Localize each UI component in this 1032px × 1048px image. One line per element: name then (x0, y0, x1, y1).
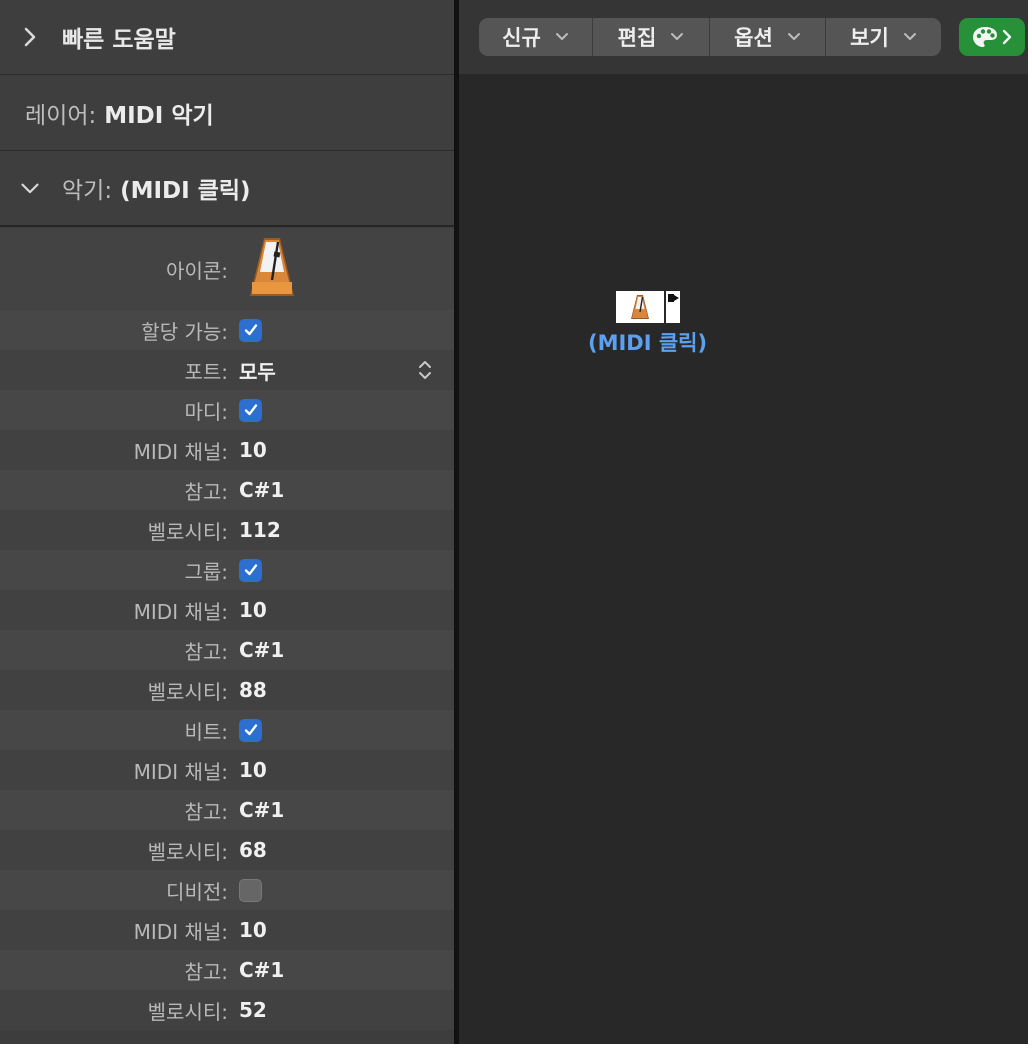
new-menu-button[interactable]: 신규 (479, 18, 593, 56)
panel-divider[interactable] (454, 0, 459, 1044)
param-value[interactable]: 88 (239, 678, 267, 702)
up-down-stepper-icon[interactable] (414, 358, 436, 382)
param-row: 참고: C#1 (0, 950, 454, 990)
midi-click-object[interactable]: (MIDI 클릭) (588, 291, 718, 361)
param-row: 벨로시티: 88 (0, 670, 454, 710)
view-menu-button[interactable]: 보기 (826, 18, 941, 56)
quick-help-title: 빠른 도움말 (62, 27, 176, 53)
param-value[interactable]: C#1 (239, 798, 284, 822)
param-row: 벨로시티: 68 (0, 830, 454, 870)
layer-row: 레이어: MIDI 악기 (0, 75, 454, 151)
toolbar: 신규 편집 옵션 보기 (459, 0, 1028, 74)
checkbox-checked[interactable] (239, 718, 262, 742)
param-value[interactable]: C#1 (239, 958, 284, 982)
checkbox-unchecked[interactable] (239, 878, 262, 902)
chevron-down-icon[interactable] (20, 178, 40, 198)
checkbox-checked[interactable] (239, 318, 262, 342)
param-row: 벨로시티: 112 (0, 510, 454, 550)
checkbox-checked[interactable] (239, 558, 262, 582)
port-popup-value[interactable]: 모두 (239, 356, 276, 385)
param-value[interactable]: 68 (239, 838, 267, 862)
param-label: 비트: (184, 719, 228, 744)
object-label[interactable]: (MIDI 클릭) (588, 327, 707, 357)
menu-bar: 신규 편집 옵션 보기 (479, 18, 941, 56)
param-row: 참고: C#1 (0, 790, 454, 830)
param-label: 참고: (184, 799, 228, 824)
param-label: 디비전: (166, 879, 228, 904)
chevron-down-icon (787, 33, 800, 40)
param-value[interactable]: 10 (239, 438, 267, 462)
metronome-icon[interactable] (616, 291, 664, 323)
param-row: 참고: C#1 (0, 470, 454, 510)
chevron-down-icon (555, 33, 568, 40)
view-menu-label: 보기 (850, 26, 889, 50)
layer-label: 레이어: (25, 102, 97, 129)
param-row: 포트: 모두 (0, 350, 454, 390)
param-row: 디비전: (0, 870, 454, 910)
layer-value: MIDI 악기 (104, 102, 214, 129)
param-row: 마디: (0, 390, 454, 430)
port-arrow-icon (668, 294, 679, 302)
param-value[interactable]: 112 (239, 518, 281, 542)
checkbox-checked[interactable] (239, 398, 262, 422)
param-row: 비트: (0, 710, 454, 750)
param-label: MIDI 채널: (133, 919, 228, 944)
param-label: 참고: (184, 639, 228, 664)
param-value[interactable]: C#1 (239, 478, 284, 502)
param-row: 할당 가능: (0, 310, 454, 350)
param-value[interactable]: C#1 (239, 638, 284, 662)
edit-menu-label: 편집 (617, 26, 657, 50)
instrument-value: (MIDI 클릭) (120, 178, 251, 204)
param-row: MIDI 채널: 10 (0, 590, 454, 630)
param-value[interactable]: 52 (239, 998, 267, 1022)
icon-label: 아이콘: (166, 258, 228, 283)
param-label: MIDI 채널: (133, 759, 228, 784)
param-row: 그룹: (0, 550, 454, 590)
options-menu-button[interactable]: 옵션 (710, 18, 826, 56)
palette-icon (973, 27, 997, 47)
param-row: MIDI 채널: 10 (0, 910, 454, 950)
param-label: 벨로시티: (147, 999, 228, 1024)
param-label: 할당 가능: (141, 319, 228, 344)
chevron-down-icon (671, 33, 684, 40)
environment-window: 빠른 도움말 레이어: MIDI 악기 악기: (MIDI 클릭) 아이콘: 할… (0, 0, 1028, 1044)
inspector-panel: 빠른 도움말 레이어: MIDI 악기 악기: (MIDI 클릭) 아이콘: 할… (0, 0, 454, 1044)
param-label: MIDI 채널: (133, 599, 228, 624)
param-row: 벨로시티: 52 (0, 990, 454, 1030)
param-value[interactable]: 10 (239, 598, 267, 622)
instrument-parameters: 아이콘: 할당 가능: 포트: 모두마디: MIDI 채널: 10 참고: C#1 벨로시티:… (0, 228, 454, 1030)
param-icon-row: 아이콘: (0, 228, 454, 310)
param-row: MIDI 채널: 10 (0, 750, 454, 790)
param-value[interactable]: 10 (239, 918, 267, 942)
chevron-right-icon[interactable] (20, 27, 40, 47)
output-port[interactable] (666, 291, 680, 323)
instrument-header[interactable]: 악기: (MIDI 클릭) (0, 151, 454, 227)
param-label: 벨로시티: (147, 519, 228, 544)
chevron-right-icon (1002, 29, 1012, 45)
param-label: 벨로시티: (147, 679, 228, 704)
param-row: 참고: C#1 (0, 630, 454, 670)
palette-button[interactable] (959, 18, 1025, 56)
edit-menu-button[interactable]: 편집 (593, 18, 710, 56)
quick-help-header[interactable]: 빠른 도움말 (0, 0, 454, 75)
param-label: 마디: (184, 399, 228, 424)
param-label: 그룹: (184, 559, 228, 584)
metronome-icon[interactable] (248, 236, 296, 304)
param-label: 참고: (184, 959, 228, 984)
param-label: 벨로시티: (147, 839, 228, 864)
new-menu-label: 신규 (502, 26, 541, 50)
instrument-label: 악기: (62, 178, 113, 204)
param-label: 포트: (184, 359, 228, 384)
chevron-down-icon (903, 33, 916, 40)
param-value[interactable]: 10 (239, 758, 267, 782)
param-label: MIDI 채널: (133, 439, 228, 464)
options-menu-label: 옵션 (734, 26, 773, 50)
param-row: MIDI 채널: 10 (0, 430, 454, 470)
param-label: 참고: (184, 479, 228, 504)
